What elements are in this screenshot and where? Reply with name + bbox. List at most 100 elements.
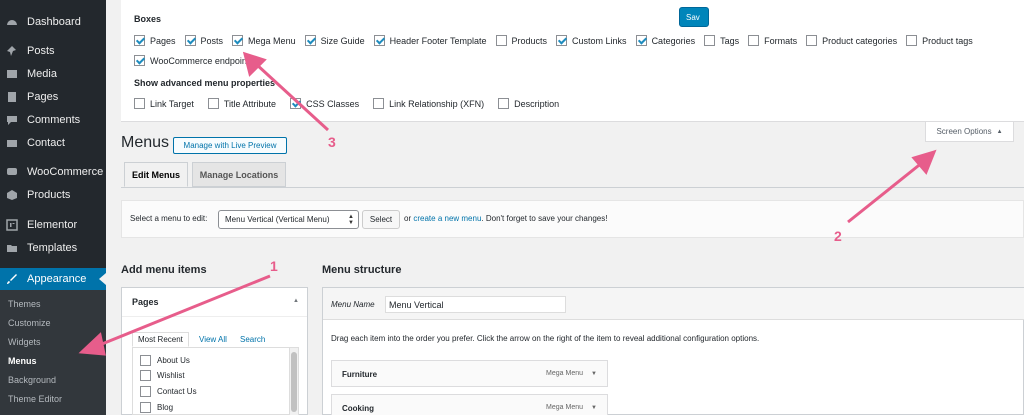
sidebar-item-dashboard[interactable]: Dashboard xyxy=(0,11,106,33)
checkbox-description[interactable]: Description xyxy=(498,98,559,109)
checkbox-header-footer-template[interactable]: Header Footer Template xyxy=(373,35,487,46)
select-button[interactable]: Select xyxy=(362,210,400,229)
checkbox-link-relationship[interactable]: Link Relationship (XFN) xyxy=(373,98,484,109)
list-item[interactable]: Wishlist xyxy=(140,370,185,381)
sidebar-item-products[interactable]: Products xyxy=(0,184,106,206)
checkbox-categories[interactable]: Categories xyxy=(635,35,695,46)
checkbox-box[interactable] xyxy=(304,35,316,46)
sidebar-item-comments[interactable]: Comments xyxy=(0,109,106,131)
list-item[interactable]: Blog xyxy=(140,402,173,413)
checkbox-box[interactable] xyxy=(232,35,244,46)
manage-live-preview-button[interactable]: Manage with Live Preview xyxy=(173,137,287,154)
tab-edit-menus[interactable]: Edit Menus xyxy=(124,162,188,187)
checkbox-box[interactable] xyxy=(207,98,219,109)
save-menu-button[interactable]: Sav xyxy=(679,7,709,27)
sidebar-item-media[interactable]: Media xyxy=(0,63,106,85)
elementor-icon xyxy=(5,218,19,232)
menu-name-input[interactable]: Menu Vertical xyxy=(385,296,566,313)
checkbox-box[interactable] xyxy=(290,98,302,109)
sidebar-item-pages[interactable]: Pages xyxy=(0,86,106,108)
sidebar-item-appearance[interactable]: Appearance xyxy=(0,268,106,290)
checkbox-box[interactable] xyxy=(495,35,507,46)
checkbox-title-attribute[interactable]: Title Attribute xyxy=(207,98,276,109)
checkbox-formats[interactable]: Formats xyxy=(748,35,797,46)
checkbox-box[interactable] xyxy=(748,35,760,46)
checkbox-posts[interactable]: Posts xyxy=(184,35,223,46)
select-arrows-icon: ▲ ▼ xyxy=(348,214,354,226)
select-hint: or create a new menu. Don't forget to sa… xyxy=(404,214,607,223)
checkbox-box[interactable] xyxy=(134,35,145,46)
sidebar-item-label: Contact xyxy=(27,137,65,149)
products-icon xyxy=(5,188,19,202)
checkbox-box[interactable] xyxy=(806,35,818,46)
checkbox-box[interactable] xyxy=(906,35,918,46)
checkbox-size-guide[interactable]: Size Guide xyxy=(304,35,365,46)
menu-structure-heading: Menu structure xyxy=(322,264,402,276)
submenu-item-widgets[interactable]: Widgets xyxy=(8,337,41,347)
menu-select-bar: Select a menu to edit: Menu Vertical (Ve… xyxy=(121,200,1024,238)
menu-select-dropdown[interactable]: Menu Vertical (Vertical Menu) ▲ ▼ xyxy=(218,210,359,229)
checkbox-box[interactable] xyxy=(704,35,716,46)
checkbox-label: Products xyxy=(511,35,548,46)
checkbox-product-categories[interactable]: Product categories xyxy=(806,35,897,46)
menu-item-furniture[interactable]: Furniture Mega Menu ▼ xyxy=(331,360,608,387)
checkbox-pages[interactable]: Pages xyxy=(134,35,176,46)
menu-item-type: Mega Menu xyxy=(546,370,583,377)
scrollbar-thumb[interactable] xyxy=(291,352,297,412)
checkbox-box[interactable] xyxy=(140,402,151,413)
checkbox-css-classes[interactable]: CSS Classes xyxy=(290,98,359,109)
sidebar-item-contact[interactable]: Contact xyxy=(0,132,106,154)
checkbox-box[interactable] xyxy=(373,98,385,109)
checkbox-box[interactable] xyxy=(140,355,151,366)
menu-item-cooking[interactable]: Cooking Mega Menu ▼ xyxy=(331,394,608,415)
checkbox-box[interactable] xyxy=(373,35,385,46)
chevron-down-icon[interactable]: ▼ xyxy=(591,405,597,411)
checkbox-box[interactable] xyxy=(140,386,151,397)
create-new-menu-link[interactable]: create a new menu xyxy=(413,214,481,223)
screen-options-toggle[interactable]: Screen Options ▲ xyxy=(925,122,1014,142)
tab-view-all[interactable]: View All xyxy=(199,335,227,344)
submenu-item-customize[interactable]: Customize xyxy=(8,318,51,328)
submenu-item-theme-editor[interactable]: Theme Editor xyxy=(8,394,62,404)
checkbox-box[interactable] xyxy=(134,55,145,66)
submenu-item-themes[interactable]: Themes xyxy=(8,299,41,309)
scrollbar[interactable] xyxy=(289,348,298,415)
checkbox-product-tags[interactable]: Product tags xyxy=(906,35,973,46)
sidebar-item-posts[interactable]: Posts xyxy=(0,40,106,62)
checkbox-link-target[interactable]: Link Target xyxy=(134,98,194,109)
checkbox-custom-links[interactable]: Custom Links xyxy=(556,35,627,46)
checkbox-woocommerce-endpoints[interactable]: WooCommerce endpoints xyxy=(134,55,254,66)
sidebar-item-templates[interactable]: Templates xyxy=(0,237,106,259)
sidebar-item-woocommerce[interactable]: WooCommerce xyxy=(0,161,106,183)
tab-search[interactable]: Search xyxy=(240,335,265,344)
checkbox-box[interactable] xyxy=(140,370,151,381)
sidebar-item-elementor[interactable]: Elementor xyxy=(0,214,106,236)
checkbox-label: WooCommerce endpoints xyxy=(150,55,254,66)
checkbox-label: Description xyxy=(514,98,560,109)
checkbox-mega-menu[interactable]: Mega Menu xyxy=(232,35,296,46)
checkbox-box[interactable] xyxy=(184,35,196,46)
checkbox-tags[interactable]: Tags xyxy=(704,35,739,46)
checkbox-box[interactable] xyxy=(498,98,510,109)
tab-most-recent[interactable]: Most Recent xyxy=(132,332,189,347)
list-item[interactable]: About Us xyxy=(140,355,190,366)
drag-instructions: Drag each item into the order you prefer… xyxy=(331,334,760,343)
submenu-item-menus[interactable]: Menus xyxy=(8,356,37,366)
checkbox-label: Pages xyxy=(150,35,176,46)
checkbox-box[interactable] xyxy=(635,35,647,46)
checkbox-products[interactable]: Products xyxy=(495,35,548,46)
checkbox-label: Custom Links xyxy=(572,35,627,46)
comments-icon xyxy=(5,113,19,127)
annotation-number-1: 1 xyxy=(270,258,278,274)
checkbox-label: Formats xyxy=(764,35,798,46)
tab-manage-locations[interactable]: Manage Locations xyxy=(192,162,286,187)
checkbox-box[interactable] xyxy=(134,98,145,109)
chevron-down-icon[interactable]: ▼ xyxy=(591,371,597,377)
pages-accordion-header[interactable]: Pages ▲ xyxy=(122,288,307,317)
submenu-item-background[interactable]: Background xyxy=(8,375,56,385)
page-label: Contact Us xyxy=(157,387,197,396)
caret-up-icon[interactable]: ▲ xyxy=(293,298,299,304)
list-item[interactable]: Contact Us xyxy=(140,386,197,397)
screen-options-label: Screen Options xyxy=(936,127,992,136)
checkbox-box[interactable] xyxy=(556,35,568,46)
